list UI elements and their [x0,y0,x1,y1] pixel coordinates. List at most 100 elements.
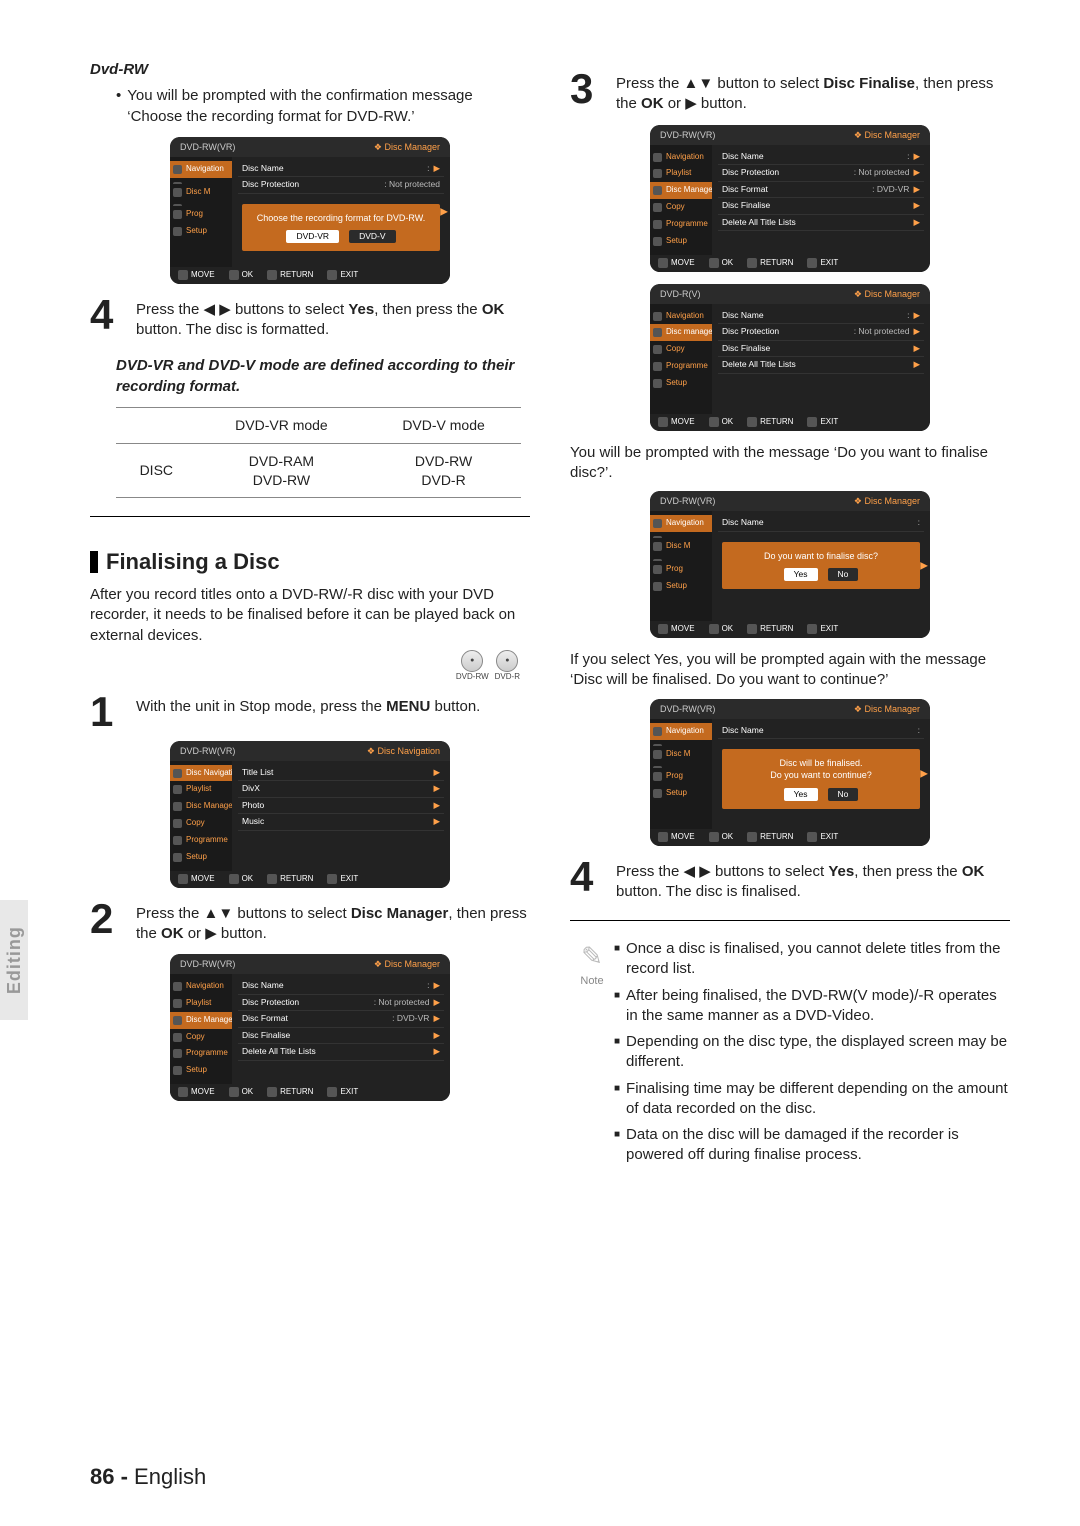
side-item: Playlist [170,781,232,798]
side-item: Disc Manager [170,1012,232,1029]
left-column: Dvd-RW • You will be prompted with the c… [90,60,530,1172]
table-row-label: DISC [116,443,197,498]
side-item: Disc Navigation [170,765,232,782]
prompt-1: You will be prompted with the message ‘D… [570,443,1010,484]
page-language: English [134,1464,206,1489]
step-4-finalise: 4 Press the ◀ ▶ buttons to select Yes, t… [570,858,1010,903]
osd-header-left: DVD-RW(VR) [660,495,715,507]
step-1: 1 With the unit in Stop mode, press the … [90,693,530,731]
square-bullet-icon: ■ [614,1128,620,1166]
note-item: Finalising time may be different dependi… [626,1079,1010,1120]
side-item: Disc M [650,746,712,763]
mode-note: DVD-VR and DVD-V mode are defined accord… [116,356,530,397]
osd-header-left: DVD-R(V) [660,288,701,300]
dialog-button: Yes [784,568,818,581]
side-item: Copy [650,199,712,216]
osd-header-right: ❖ Disc Manager [854,129,920,141]
side-item: Setup [650,233,712,250]
osd-header-right: ❖ Disc Manager [374,958,440,970]
dialog-button: Yes [784,788,818,801]
side-item: Prog [650,561,712,578]
note-item: Once a disc is finalised, you cannot del… [626,939,1010,980]
table-header: DVD-V mode [366,407,520,443]
dvdrw-bullet: • You will be prompted with the confirma… [116,86,530,127]
osd-header-left: DVD-RW(VR) [660,129,715,141]
step-number: 4 [90,296,126,334]
note-icon: ✎ [570,939,614,974]
scroll-arrow-icon: ▶ [920,767,928,781]
square-bullet-icon: ■ [614,1035,620,1073]
step-number: 4 [570,858,606,896]
osd-header-left: DVD-RW(VR) [660,703,715,715]
side-item: Navigation [650,515,712,532]
side-item: Playlist [170,995,232,1012]
side-item: Setup [170,849,232,866]
osd-format: DVD-RW(VR) ❖ Disc Manager Navigation Dis… [170,137,450,284]
step-4-format: 4 Press the ◀ ▶ buttons to select Yes, t… [90,296,530,341]
side-item: Navigation [170,978,232,995]
dvdrw-heading: Dvd-RW [90,60,530,80]
finalising-intro: After you record titles onto a DVD-RW/-R… [90,585,530,646]
page-number: 86 - [90,1464,128,1489]
side-item: Setup [650,375,712,392]
side-item: Copy [650,341,712,358]
page-footer: 86 - English [90,1462,206,1492]
dialog-button: DVD-VR [286,230,339,243]
mode-table: DVD-VR mode DVD-V mode DISC DVD-RAMDVD-R… [116,407,521,499]
step-number: 2 [90,900,126,938]
side-item: Disc Manager [170,798,232,815]
side-item: Programme [170,832,232,849]
note-label: Note [570,974,614,989]
right-column: 3 Press the ▲▼ button to select Disc Fin… [570,60,1010,1172]
osd-rwvr: DVD-RW(VR) ❖ Disc Manager Navigation Pla… [650,125,930,272]
up-down-icon: ▲▼ [204,905,234,922]
step-2: 2 Press the ▲▼ buttons to select Disc Ma… [90,900,530,945]
scroll-arrow-icon: ▶ [920,559,928,573]
row-key: Disc Protection [242,179,299,190]
left-right-icon: ◀ ▶ [204,301,231,318]
dialog-button: No [828,788,859,801]
side-item: Disc manager [650,324,712,341]
up-down-icon: ▲▼ [684,75,714,92]
osd-disc-manager: DVD-RW(VR) ❖ Disc Manager Navigation Pla… [170,954,450,1101]
scroll-arrow-icon: ▶ [440,205,448,219]
osd-rv: DVD-R(V) ❖ Disc Manager Navigation Disc … [650,284,930,431]
osd-header-left: DVD-RW(VR) [180,958,235,970]
side-item: Programme [170,1045,232,1062]
disc-badge: ●DVD-RW [456,650,489,683]
side-item: Copy [170,1029,232,1046]
dialog-text: Disc will be finalised. Do you want to c… [730,757,912,781]
side-item: Disc M [170,184,232,201]
side-item: Navigation [170,161,232,178]
osd-continue-prompt: DVD-RW(VR) ❖ Disc Manager Navigation Dis… [650,699,930,846]
table-header: DVD-VR mode [197,407,367,443]
side-item: Programme [650,358,712,375]
square-bullet-icon: ■ [614,1082,620,1120]
square-bullet-icon: ■ [614,989,620,1027]
side-item: Navigation [650,149,712,166]
bullet-icon: • [116,86,121,127]
side-item: Navigation [650,308,712,325]
row-key: Disc Name [242,163,284,174]
osd-header-right: ❖ Disc Manager [374,141,440,153]
osd-header-left: DVD-RW(VR) [180,745,235,757]
disc-badges: ●DVD-RW ●DVD-R [90,650,520,683]
divider [90,516,530,517]
note-item: Depending on the disc type, the displaye… [626,1032,1010,1073]
section-side-tab: Editing [0,900,28,1020]
osd-side: Navigation Disc M Prog Setup [170,157,232,267]
side-item: Copy [170,815,232,832]
osd-footer: MOVE OK RETURN EXIT [170,267,450,284]
dialog-text: Choose the recording format for DVD-RW. [250,212,432,224]
side-item: Prog [170,206,232,223]
note-item: After being finalised, the DVD-RW(V mode… [626,986,1010,1027]
left-right-icon: ◀ ▶ [684,863,711,880]
step-number: 3 [570,70,606,108]
osd-header-right: ❖ Disc Manager [854,703,920,715]
prompt-2: If you select Yes, you will be prompted … [570,650,1010,691]
note-item: Data on the disc will be damaged if the … [626,1125,1010,1166]
osd-header-right: ❖ Disc Manager [854,288,920,300]
dialog-text: Do you want to finalise disc? [730,550,912,562]
finalising-heading: Finalising a Disc [90,547,530,577]
side-item: Setup [650,578,712,595]
